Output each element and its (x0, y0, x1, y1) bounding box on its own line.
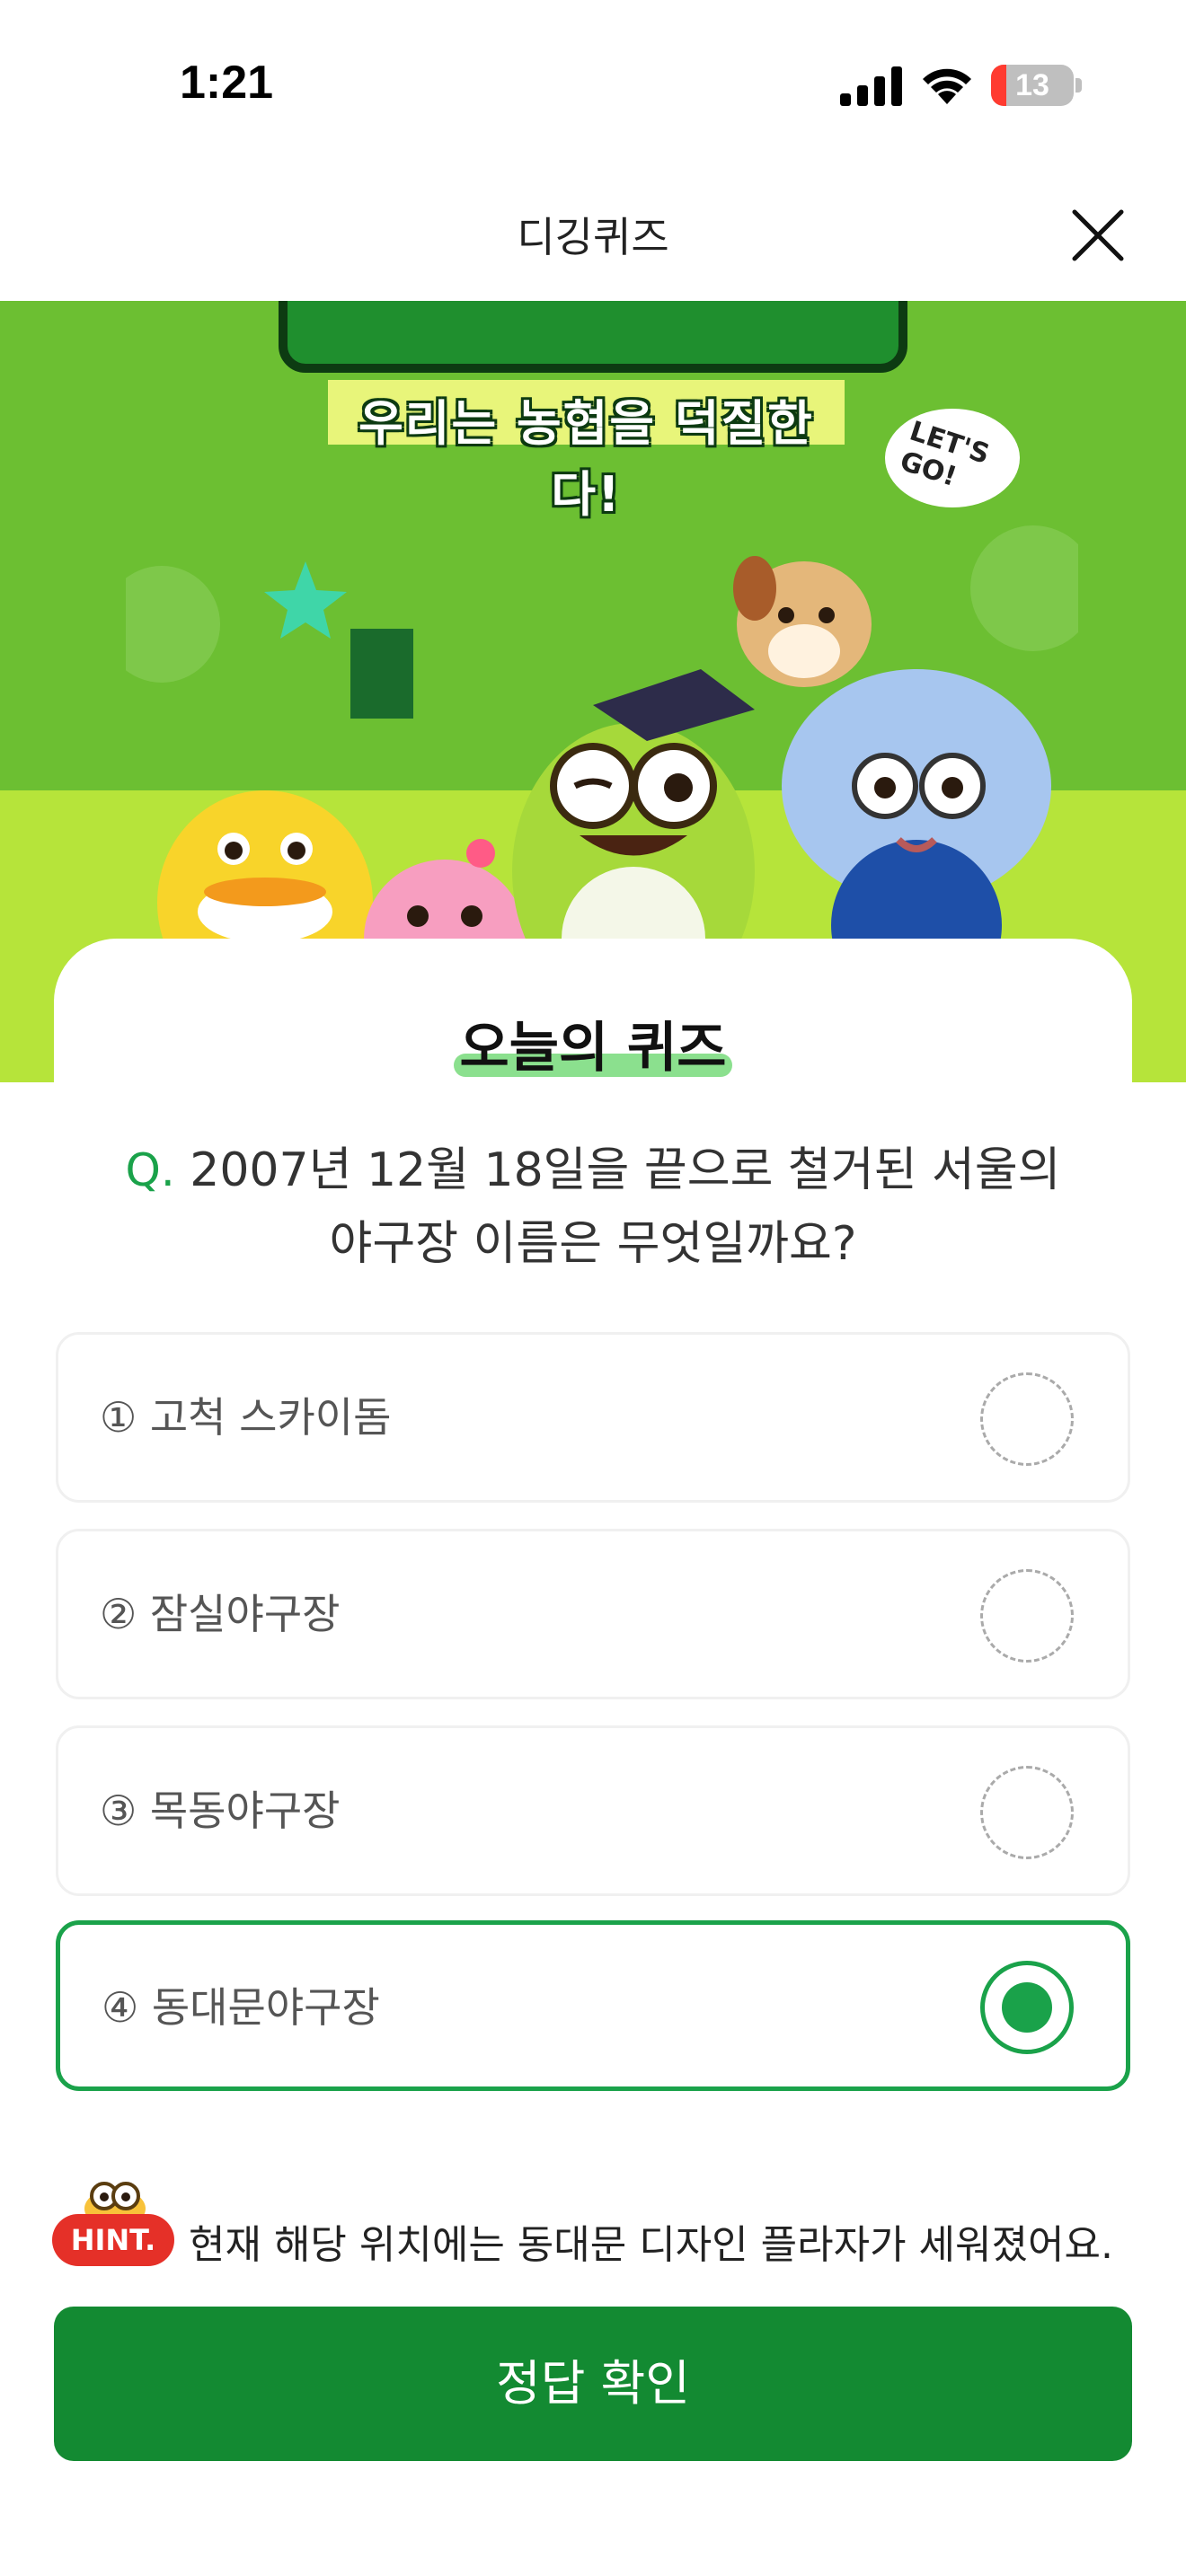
page-title: 디깅퀴즈 (517, 213, 669, 261)
radio-button[interactable] (980, 1372, 1074, 1466)
option-label: ③ 목동야구장 (100, 1786, 341, 1835)
status-bar: 1:21 13 (0, 0, 1186, 171)
quiz-question: Q. 2007년 12월 18일을 끝으로 철거된 서울의 야구장 이름은 무엇… (99, 1134, 1087, 1281)
question-line-1: 2007년 12월 18일을 끝으로 철거된 서울의 (190, 1143, 1061, 1197)
confirm-answer-button[interactable]: 정답 확인 (54, 2307, 1132, 2461)
battery-cap (1075, 78, 1082, 93)
header: 디깅퀴즈 (0, 171, 1186, 301)
wifi-icon (923, 68, 971, 104)
answer-option-1[interactable]: ① 고척 스카이돔 (56, 1332, 1130, 1503)
hint-badge: HINT. (52, 2214, 174, 2266)
answer-option-4[interactable]: ④ 동대문야구장 (56, 1920, 1130, 2091)
banner-subtitle: 우리는 농협을 덕질한다! (358, 395, 814, 523)
status-time: 1:21 (180, 57, 274, 109)
option-label: ① 고척 스카이돔 (100, 1393, 392, 1442)
confirm-button-label: 정답 확인 (496, 2355, 690, 2412)
answer-option-2[interactable]: ② 잠실야구장 (56, 1529, 1130, 1699)
option-label: ② 잠실야구장 (100, 1590, 341, 1638)
question-line-2: 야구장 이름은 무엇일까요? (329, 1217, 857, 1271)
quiz-heading: 오늘의 퀴즈 (459, 1017, 727, 1080)
quiz-heading-wrap: 오늘의 퀴즈 (0, 1004, 1186, 1085)
option-label: ④ 동대문야구장 (102, 1983, 380, 2032)
radio-button[interactable] (980, 1569, 1074, 1663)
lets-go-bubble: LET'S GO! (885, 409, 1020, 516)
battery-icon: 13 (991, 65, 1074, 106)
battery-level: 13 (1015, 68, 1049, 102)
radio-button[interactable] (980, 1766, 1074, 1859)
question-prefix: Q. (125, 1144, 175, 1196)
hint-badge-label: HINT. (70, 2223, 156, 2257)
hint-row: HINT. 현재 해당 위치에는 동대문 디자인 플라자가 세워졌어요. (52, 2169, 1148, 2268)
close-icon[interactable] (1069, 207, 1127, 264)
answer-option-3[interactable]: ③ 목동야구장 (56, 1725, 1130, 1896)
cellular-signal-icon (840, 66, 902, 106)
hint-text: 현재 해당 위치에는 동대문 디자인 플라자가 세워졌어요. (189, 2222, 1113, 2268)
radio-selected-dot (1002, 1982, 1052, 2033)
radio-button-selected[interactable] (980, 1961, 1074, 2054)
banner-logo (279, 301, 907, 373)
